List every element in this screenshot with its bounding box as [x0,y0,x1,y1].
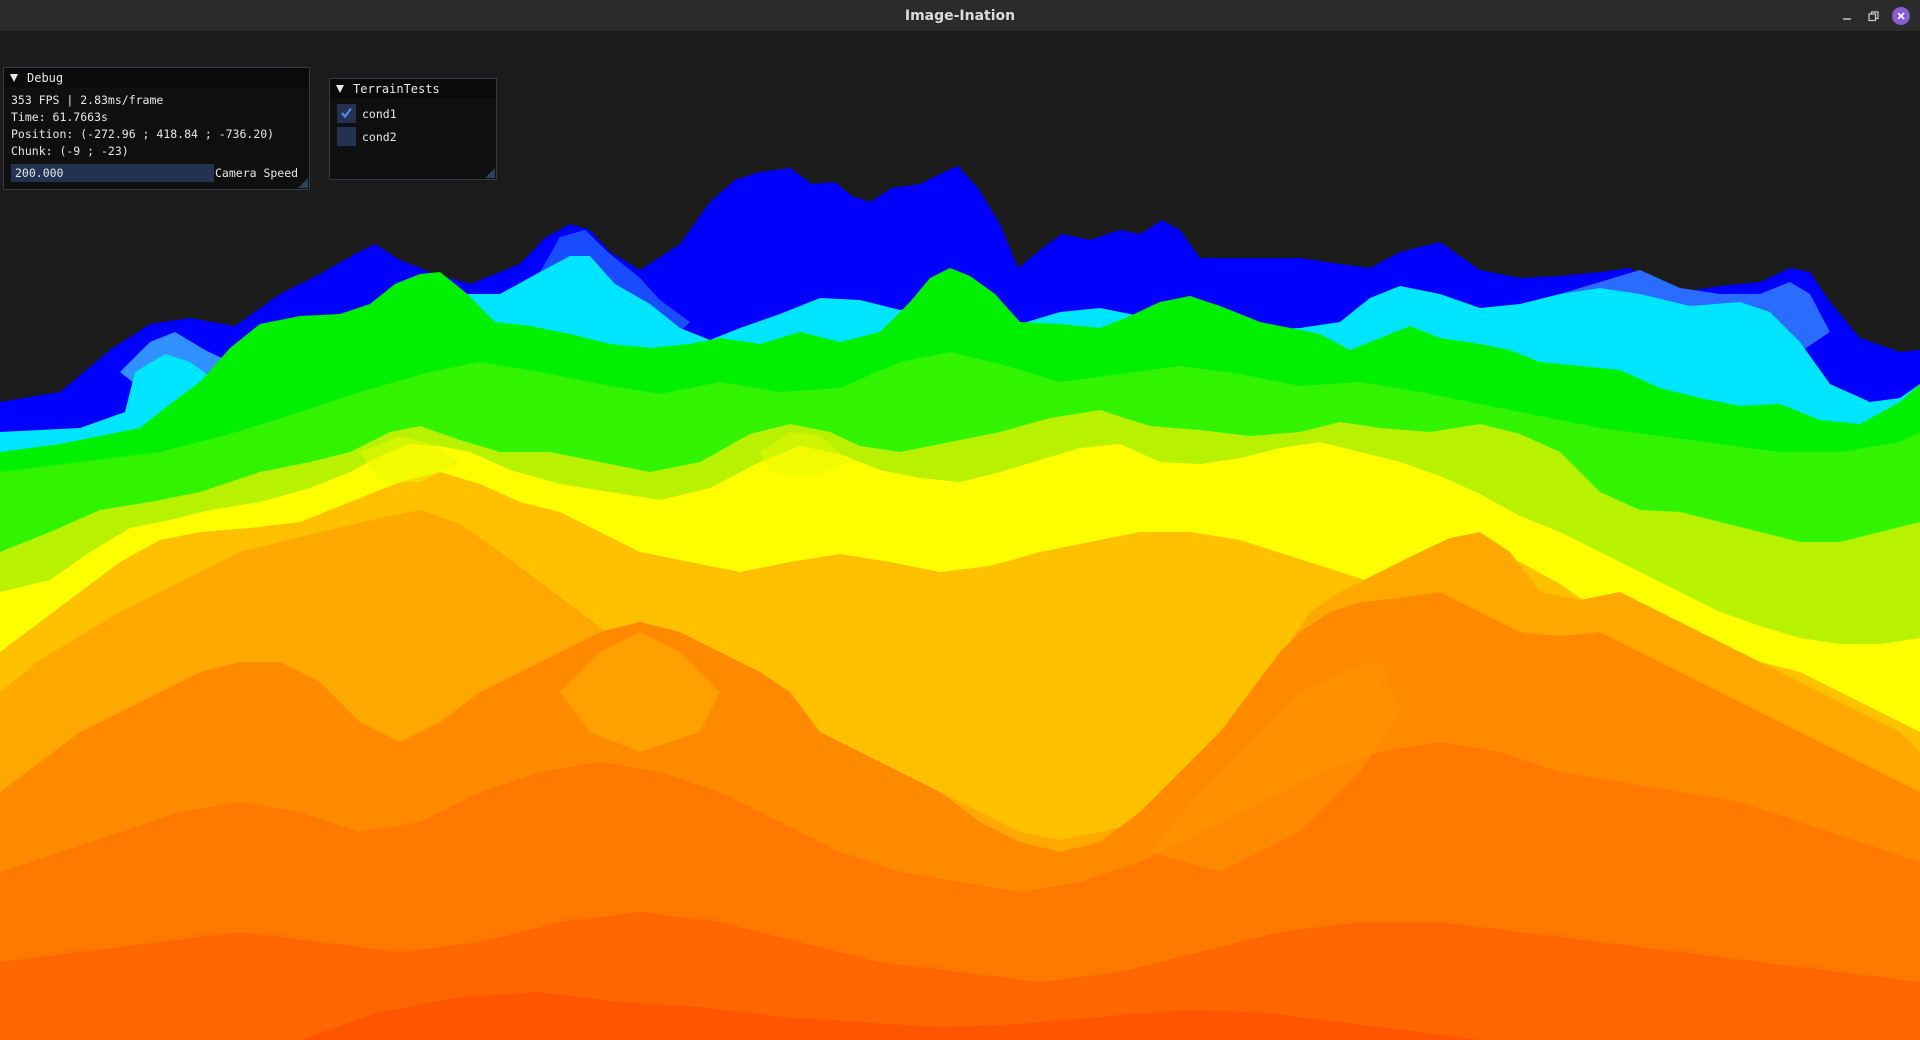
render-viewport[interactable]: Debug 353 FPS | 2.83ms/frame Time: 61.76… [0,32,1920,1040]
camera-speed-input[interactable]: 200.000 [11,164,214,182]
terrain-tests-title: TerrainTests [353,81,440,96]
debug-panel[interactable]: Debug 353 FPS | 2.83ms/frame Time: 61.76… [3,67,310,190]
close-button[interactable] [1892,7,1910,25]
close-icon [1892,7,1910,25]
cond1-checkbox-row[interactable]: cond1 [337,104,397,123]
terrain-panel-resize-grip[interactable] [485,168,495,178]
chunk-readout: Chunk: (-9 ; -23) [11,144,129,158]
time-readout: Time: 61.7663s [11,110,108,124]
window-titlebar: Image-Ination [0,0,1920,32]
debug-panel-header[interactable]: Debug [4,68,309,87]
cond2-label: cond2 [362,129,397,144]
debug-panel-title: Debug [27,70,64,85]
camera-speed-label: Camera Speed [215,166,299,180]
terrain-layers [0,166,1920,1040]
terrain-tests-header[interactable]: TerrainTests [330,79,496,98]
position-readout: Position: (-272.96 ; 418.84 ; -736.20) [11,127,275,141]
collapse-arrow-icon[interactable] [336,84,344,93]
checkmark-icon [340,106,353,122]
window-title: Image-Ination [904,8,1016,24]
minimize-icon [1842,7,1852,26]
cond1-label: cond1 [362,106,397,121]
cond2-checkbox[interactable] [337,127,356,146]
minimize-button[interactable] [1838,7,1856,25]
terrain-tests-panel[interactable]: TerrainTests cond1 cond2 [329,78,497,180]
collapse-arrow-icon[interactable] [10,73,18,82]
restore-icon [1867,7,1879,26]
restore-button[interactable] [1864,7,1882,25]
cond2-checkbox-row[interactable]: cond2 [337,127,397,146]
debug-panel-resize-grip[interactable] [298,178,308,188]
cond1-checkbox[interactable] [337,104,356,123]
fps-readout: 353 FPS | 2.83ms/frame [11,93,164,107]
